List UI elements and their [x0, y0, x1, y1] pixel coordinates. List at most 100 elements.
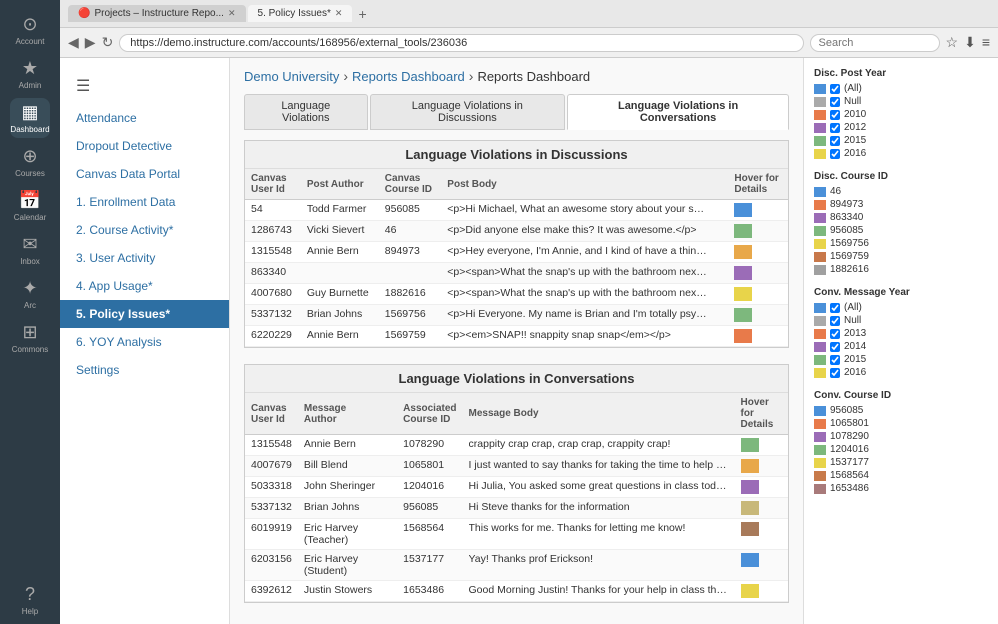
sidebar-item-enrollment[interactable]: 1. Enrollment Data: [60, 188, 229, 216]
cell-user-id: 6392612: [245, 581, 298, 602]
sidebar-item-canvas-data[interactable]: Canvas Data Portal: [60, 160, 229, 188]
filter-checkbox[interactable]: [830, 136, 840, 146]
filter-checkbox[interactable]: [830, 303, 840, 313]
nav-icon-dashboard[interactable]: ▦ Dashboard: [10, 98, 50, 138]
tab-violations-discussions[interactable]: Language Violations in Discussions: [370, 94, 566, 130]
filter-item[interactable]: (All): [814, 83, 988, 94]
sidebar-item-course-activity[interactable]: 2. Course Activity*: [60, 216, 229, 244]
sidebar-item-attendance[interactable]: Attendance: [60, 104, 229, 132]
conversations-section: Language Violations in Conversations Can…: [244, 364, 789, 603]
filter-item[interactable]: Null: [814, 96, 988, 107]
sidebar-item-policy-issues[interactable]: 5. Policy Issues*: [60, 300, 229, 328]
legend-color-swatch: [814, 368, 826, 378]
nav-icon-admin[interactable]: ★ Admin: [10, 54, 50, 94]
filter-item[interactable]: 2015: [814, 354, 988, 365]
filter-item[interactable]: 2014: [814, 341, 988, 352]
cell-author: Annie Bern: [301, 242, 379, 263]
filter-label: 2015: [844, 354, 866, 365]
refresh-button[interactable]: ↻: [102, 34, 114, 51]
nav-icon-arc[interactable]: ✦ Arc: [10, 274, 50, 314]
table-row: 4007679 Bill Blend 1065801 I just wanted…: [245, 456, 788, 477]
filter-item[interactable]: 2016: [814, 367, 988, 378]
nav-icon-commons[interactable]: ⊞ Commons: [10, 318, 50, 358]
table-row: 6203156 Eric Harvey (Student) 1537177 Ya…: [245, 550, 788, 581]
nav-icon-calendar[interactable]: 📅 Calendar: [10, 186, 50, 226]
close-tab-icon[interactable]: ✕: [228, 8, 236, 19]
filter-item: 956085: [814, 405, 988, 416]
secondary-sidebar: ☰ Attendance Dropout Detective Canvas Da…: [60, 58, 230, 624]
filter-checkbox[interactable]: [830, 355, 840, 365]
filter-item[interactable]: 2010: [814, 109, 988, 120]
cell-author: Guy Burnette: [301, 284, 379, 305]
cell-user-id: 5337132: [245, 305, 301, 326]
col-conv-user-id: CanvasUser Id: [245, 393, 298, 435]
cell-user-id: 5337132: [245, 498, 298, 519]
legend-color-swatch: [814, 226, 826, 236]
cell-author: [301, 263, 379, 284]
url-input[interactable]: [119, 34, 803, 52]
sidebar-item-app-usage[interactable]: 4. App Usage*: [60, 272, 229, 300]
menu-icon[interactable]: ≡: [982, 34, 990, 51]
browser-tab-projects[interactable]: 🔴 Projects – Instructure Repo... ✕: [68, 5, 246, 22]
browser-tab-policy[interactable]: 5. Policy Issues* ✕: [248, 5, 353, 22]
cell-user-id: 6019919: [245, 519, 298, 550]
legend-color-swatch: [814, 97, 826, 107]
filter-checkbox[interactable]: [830, 84, 840, 94]
cell-color: [735, 477, 788, 498]
bookmark-icon[interactable]: ☆: [946, 34, 959, 51]
cell-body: <p><span>What the snap's up with the bat…: [441, 284, 728, 305]
nav-icon-help[interactable]: ? Help: [10, 580, 50, 620]
legend-color-swatch: [814, 136, 826, 146]
filter-checkbox[interactable]: [830, 329, 840, 339]
hamburger-icon[interactable]: ☰: [60, 68, 229, 104]
page-content: Demo University › Reports Dashboard › Re…: [230, 58, 803, 624]
filter-checkbox[interactable]: [830, 97, 840, 107]
table-row: 6019919 Eric Harvey (Teacher) 1568564 Th…: [245, 519, 788, 550]
filter-checkbox[interactable]: [830, 316, 840, 326]
filter-checkbox[interactable]: [830, 149, 840, 159]
url-bar-row: ◀ ▶ ↻ ☆ ⬇ ≡: [60, 28, 998, 58]
forward-button[interactable]: ▶: [85, 34, 96, 51]
tab-violations-conversations[interactable]: Language Violations in Conversations: [567, 94, 789, 130]
cell-color: [728, 242, 788, 263]
filter-item[interactable]: 2015: [814, 135, 988, 146]
legend-color-swatch: [814, 252, 826, 262]
filter-item[interactable]: 2013: [814, 328, 988, 339]
sidebar-item-settings[interactable]: Settings: [60, 356, 229, 384]
back-button[interactable]: ◀: [68, 34, 79, 51]
breadcrumb-reports[interactable]: Reports Dashboard: [352, 69, 465, 84]
col-post-body: Post Body: [441, 169, 728, 200]
download-icon[interactable]: ⬇: [964, 34, 976, 51]
close-tab-active-icon[interactable]: ✕: [335, 8, 343, 19]
filter-label: 956085: [830, 405, 863, 416]
nav-icon-courses[interactable]: ⊕ Courses: [10, 142, 50, 182]
filter-label: (All): [844, 302, 862, 313]
filter-item[interactable]: 2016: [814, 148, 988, 159]
filter-checkbox[interactable]: [830, 342, 840, 352]
filter-conv-course-id: Conv. Course ID 956085106580110782901204…: [814, 390, 988, 494]
filter-item[interactable]: 2012: [814, 122, 988, 133]
nav-icon-inbox[interactable]: ✉ Inbox: [10, 230, 50, 270]
sidebar-item-user-activity[interactable]: 3. User Activity: [60, 244, 229, 272]
sidebar-item-dropout[interactable]: Dropout Detective: [60, 132, 229, 160]
filter-label: 1065801: [830, 418, 869, 429]
tab-language-violations[interactable]: Language Violations: [244, 94, 368, 130]
search-input[interactable]: [810, 34, 940, 52]
filter-item[interactable]: Null: [814, 315, 988, 326]
filter-checkbox[interactable]: [830, 368, 840, 378]
legend-color-swatch: [814, 484, 826, 494]
legend-color-swatch: [814, 432, 826, 442]
filter-checkbox[interactable]: [830, 123, 840, 133]
cell-course-id: 1569756: [379, 305, 442, 326]
cell-user-id: 54: [245, 200, 301, 221]
cell-color: [728, 263, 788, 284]
table-row: 5033318 John Sheringer 1204016 Hi Julia,…: [245, 477, 788, 498]
cell-body: <p>Hey everyone, I'm Annie, and I kind o…: [441, 242, 728, 263]
legend-color-swatch: [814, 316, 826, 326]
new-tab-button[interactable]: +: [358, 6, 366, 22]
nav-icon-account[interactable]: ⊙ Account: [10, 10, 50, 50]
sidebar-item-yoy[interactable]: 6. YOY Analysis: [60, 328, 229, 356]
breadcrumb-university[interactable]: Demo University: [244, 69, 339, 84]
filter-checkbox[interactable]: [830, 110, 840, 120]
filter-item[interactable]: (All): [814, 302, 988, 313]
